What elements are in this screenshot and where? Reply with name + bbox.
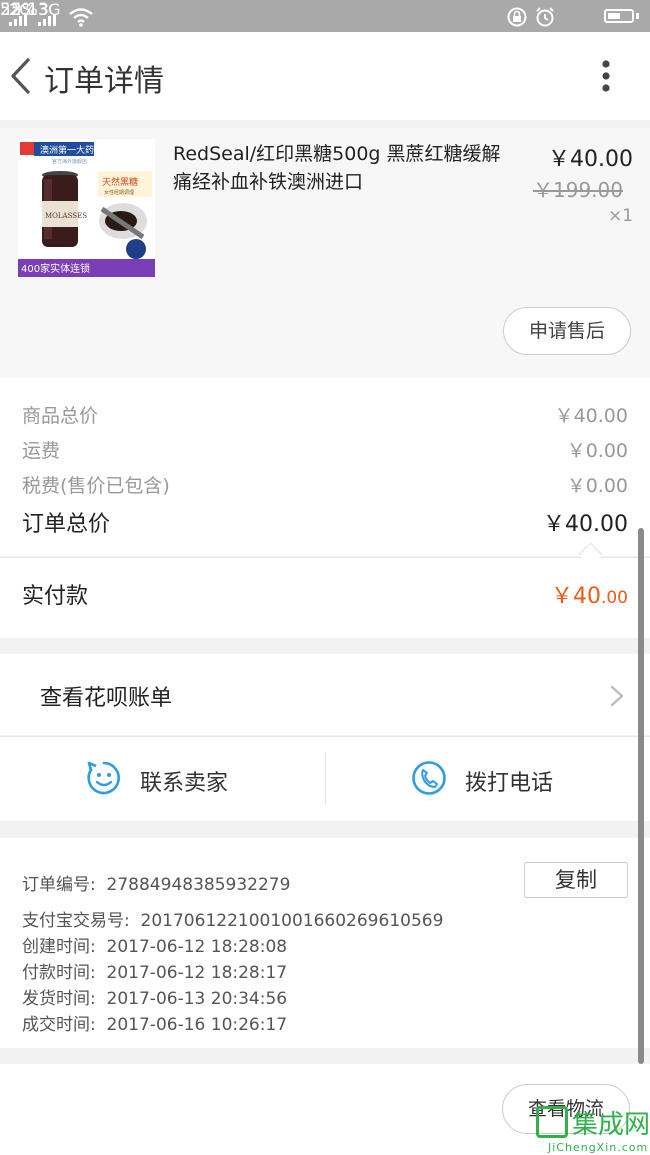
completed-time-row: 成交时间: 2017-06-16 10:26:17	[22, 1010, 287, 1035]
order-number-label: 订单编号:	[22, 875, 96, 895]
order-total-value: ￥40.00	[543, 512, 628, 537]
svg-text:天然黑糖: 天然黑糖	[102, 176, 138, 188]
product-price: ￥40.00	[548, 147, 633, 172]
battery-tip	[636, 13, 639, 19]
order-number-value[interactable]: 27884948385932279	[107, 875, 291, 895]
watermark-logo-icon	[536, 1106, 568, 1138]
battery-percent: 55%	[0, 0, 38, 20]
paid-label: 实付款	[22, 584, 89, 609]
back-arrow-icon[interactable]	[8, 56, 34, 96]
completed-time-value: 2017-06-16 10:26:17	[106, 1015, 288, 1035]
subtotal-label: 商品总价	[22, 405, 99, 427]
alipay-trade-value: 2017061221001001660269610569	[140, 911, 444, 931]
created-time-value: 2017-06-12 18:28:08	[106, 937, 288, 957]
shipping-label: 运费	[22, 440, 61, 462]
contact-seller-label[interactable]: 联系卖家	[140, 765, 228, 797]
call-label[interactable]: 拨打电话	[465, 765, 553, 797]
svg-text:女性经期调理: 女性经期调理	[104, 189, 134, 196]
scrollbar[interactable]	[638, 528, 644, 1064]
alipay-trade-label: 支付宝交易号:	[22, 911, 130, 931]
order-total-label: 订单总价	[22, 512, 111, 537]
tax-value: ￥0.00	[566, 475, 628, 497]
banner-text: 澳洲第一大药房	[40, 144, 103, 156]
paid-time-row: 付款时间: 2017-06-12 18:28:17	[22, 958, 287, 983]
paid-value-int: ￥40	[550, 584, 601, 609]
svg-text:官方海外旗舰店: 官方海外旗舰店	[52, 158, 87, 165]
after-sale-button[interactable]: 申请售后	[503, 307, 631, 355]
svg-text:400家实体连锁: 400家实体连锁	[21, 262, 90, 275]
created-time-row: 创建时间: 2017-06-12 18:28:08	[22, 932, 287, 957]
paid-value-dec: .00	[600, 588, 628, 608]
product-original-price: ￥199.00	[533, 178, 623, 202]
chevron-right-icon[interactable]	[607, 684, 627, 708]
product-quantity: ×1	[608, 206, 634, 226]
order-number-row: 订单编号: 27884948385932279	[22, 870, 290, 895]
alarm-icon	[536, 7, 554, 27]
wifi-icon	[69, 8, 93, 27]
more-options-icon[interactable]	[592, 58, 620, 96]
shipped-time-row: 发货时间: 2017-06-13 20:34:56	[22, 984, 287, 1009]
product-image[interactable]: 澳洲第一大药房 官方海外旗舰店 MOLASSES 天然黑糖 女性经期调理 400…	[18, 139, 155, 277]
rotation-lock-icon	[507, 7, 527, 27]
phone-icon[interactable]	[411, 760, 447, 796]
battery-level	[608, 13, 620, 19]
created-time-label: 创建时间:	[22, 937, 96, 957]
alipay-trade-row: 支付宝交易号: 2017061221001001660269610569	[22, 906, 443, 931]
subtotal-value: ￥40.00	[554, 405, 628, 427]
battery-icon	[604, 9, 634, 23]
page-title: 订单详情	[44, 64, 164, 99]
watermark-subtext: JiChengXin.com	[548, 1141, 649, 1154]
paid-time-value: 2017-06-12 18:28:17	[106, 963, 288, 983]
shipped-time-value: 2017-06-13 20:34:56	[106, 989, 288, 1009]
shipped-time-label: 发货时间:	[22, 989, 96, 1009]
chat-smile-icon[interactable]	[86, 760, 122, 796]
paid-time-label: 付款时间:	[22, 963, 96, 983]
paid-value: ￥40.00	[551, 578, 628, 610]
tax-label: 税费(售价已包含)	[22, 475, 170, 497]
product-name[interactable]: RedSeal/红印黑糖500g 黑蔗红糖缓解痛经补血补铁澳洲进口	[173, 140, 513, 196]
copy-button[interactable]: 复制	[524, 862, 628, 898]
svg-text:MOLASSES: MOLASSES	[45, 212, 87, 220]
shipping-value: ￥0.00	[566, 440, 628, 462]
completed-time-label: 成交时间:	[22, 1015, 96, 1035]
huabei-bill-label[interactable]: 查看花呗账单	[40, 680, 172, 712]
watermark-text: 集成网	[572, 1110, 650, 1140]
